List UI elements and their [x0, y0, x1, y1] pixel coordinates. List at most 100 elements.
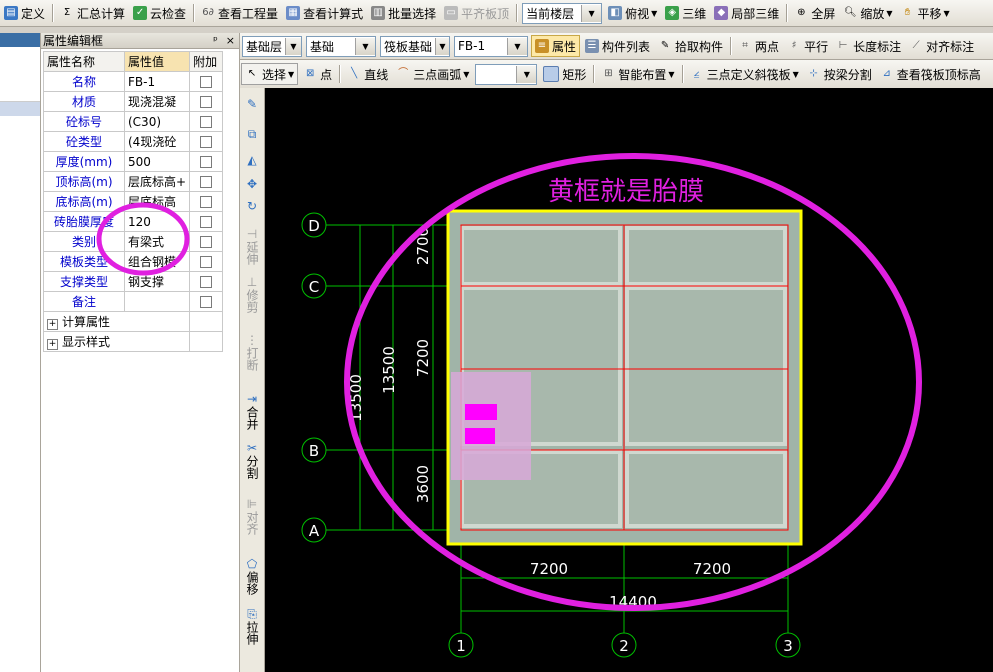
select-button[interactable]: ↖ 选择 ▼: [241, 63, 299, 85]
split-by-beam-button[interactable]: ⊹ 按梁分割: [804, 64, 875, 84]
separator: [339, 65, 341, 83]
arc-mode-select[interactable]: ▼: [475, 63, 538, 85]
rotate-tool[interactable]: ↻: [240, 200, 264, 213]
break-tool[interactable]: ⋮ 打断: [240, 334, 264, 374]
separator: [681, 65, 683, 83]
property-value[interactable]: (C30): [123, 111, 191, 132]
close-icon[interactable]: ×: [226, 34, 235, 47]
view-top-elev-button[interactable]: ⊿ 查看筏板顶标高: [877, 64, 984, 84]
trim-icon: ⊥: [246, 275, 258, 289]
view-quantity-button[interactable]: 6∂ 查看工程量: [198, 3, 281, 23]
local-3d-button[interactable]: ◆ 局部三维: [711, 3, 782, 23]
arc-button[interactable]: ⌒ 三点画弧 ▼: [393, 64, 472, 84]
point-button[interactable]: ⊠ 点: [300, 64, 335, 84]
property-row[interactable]: 顶标高(m) 层底标高+: [43, 171, 223, 192]
group-display-style[interactable]: + 显示样式: [42, 331, 223, 352]
property-button[interactable]: ≡ 属性: [531, 35, 581, 57]
slope-slab-button[interactable]: ⦤ 三点定义斜筏板 ▼: [687, 64, 802, 84]
pan-button[interactable]: ✋︎ 平移 ▼: [898, 3, 953, 23]
merge-icon: ⇥: [246, 392, 258, 406]
extra-checkbox[interactable]: [200, 276, 213, 288]
separator: [593, 65, 595, 83]
align-tool[interactable]: ⊫ 对齐: [240, 498, 264, 538]
extra-checkbox[interactable]: [200, 296, 213, 308]
define-button[interactable]: ▤ 定义: [1, 3, 48, 23]
length-mark-button[interactable]: ⊢ 长度标注: [833, 36, 904, 56]
property-row[interactable]: 砼标号 (C30): [43, 111, 223, 132]
rotate-icon: ↻: [246, 199, 258, 213]
move-tool[interactable]: ✥: [240, 178, 264, 191]
property-panel-title: 属性编辑框 ᵖ ×: [41, 33, 239, 49]
align-mark-button[interactable]: ⟋ 对齐标注: [906, 36, 977, 56]
property-value[interactable]: 500: [123, 151, 191, 172]
group-calc-props[interactable]: + 计算属性: [42, 311, 223, 332]
expand-icon[interactable]: +: [47, 319, 58, 330]
property-row[interactable]: 名称 FB-1: [43, 71, 223, 92]
mirror-tool[interactable]: ◭: [240, 154, 264, 167]
main-toolbar: ▤ 定义 Σ 汇总计算 ✓ 云检查 6∂ 查看工程量 ▦ 查看计算式 ▥ 批量选择 ▭ 平齐板…: [0, 0, 993, 27]
component-list-button[interactable]: ☰ 构件列表: [582, 36, 653, 56]
type-select[interactable]: 筏板基础 ▼: [380, 35, 450, 57]
pick-component-button[interactable]: ✎ 拾取构件: [655, 36, 726, 56]
property-value[interactable]: FB-1: [123, 71, 191, 92]
zoom-button[interactable]: 🔍︎ 缩放 ▼: [840, 3, 895, 23]
property-value[interactable]: (4现浇砼: [123, 131, 191, 152]
property-value[interactable]: [123, 291, 191, 312]
view-formula-button[interactable]: ▦ 查看计算式: [283, 3, 366, 23]
grip-marker[interactable]: [465, 428, 495, 444]
floor-select[interactable]: 当前楼层 ▼: [522, 2, 603, 24]
split-tool[interactable]: ✂ 分割: [240, 442, 264, 482]
fullscreen-button[interactable]: ⊕ 全屏: [791, 3, 838, 23]
extra-checkbox[interactable]: [200, 96, 213, 108]
extra-checkbox[interactable]: [200, 76, 213, 88]
item-select[interactable]: FB-1 ▼: [454, 35, 528, 57]
property-value[interactable]: 层底标高+: [123, 171, 191, 192]
property-row[interactable]: 备注: [43, 291, 223, 312]
pin-icon[interactable]: ᵖ: [213, 34, 218, 47]
grip-marker[interactable]: [465, 404, 497, 420]
stretch-tool[interactable]: ⎘ 拉伸: [240, 608, 264, 648]
smart-layout-button[interactable]: ⊞ 智能布置 ▼: [598, 64, 677, 84]
axis-label-a: A: [309, 522, 320, 540]
rect-button[interactable]: 矩形: [540, 64, 589, 84]
extra-checkbox[interactable]: [200, 216, 213, 228]
local-3d-icon: ◆: [714, 6, 729, 20]
dim-seg-mid: 7200: [414, 339, 432, 377]
three-d-button[interactable]: ◈ 三维: [662, 3, 709, 23]
extra-checkbox[interactable]: [200, 156, 213, 168]
sum-calc-button[interactable]: Σ 汇总计算: [57, 3, 128, 23]
navigator-row[interactable]: [0, 47, 40, 102]
trim-tool[interactable]: ⊥ 修剪: [240, 276, 264, 316]
offset-tool[interactable]: ⬠ 偏移: [240, 558, 264, 598]
line-button[interactable]: ╲ 直线: [344, 64, 391, 84]
merge-tool[interactable]: ⇥ 合并: [240, 393, 264, 433]
two-points-button[interactable]: ⌗ 两点: [735, 36, 782, 56]
brush-tool[interactable]: ✎: [240, 98, 264, 111]
parallel-button[interactable]: ♯ 平行: [784, 36, 831, 56]
cloud-check-button[interactable]: ✓ 云检查: [130, 3, 189, 23]
navigator-row-selected[interactable]: [0, 102, 40, 116]
extra-checkbox[interactable]: [200, 236, 213, 248]
top-view-button[interactable]: ◧ 俯视 ▼: [605, 3, 660, 23]
expand-icon[interactable]: +: [47, 339, 58, 350]
extra-checkbox[interactable]: [200, 176, 213, 188]
extra-checkbox[interactable]: [200, 256, 213, 268]
layer-select[interactable]: 基础层 ▼: [242, 35, 302, 57]
chevron-down-icon: ▼: [943, 8, 950, 18]
extra-checkbox[interactable]: [200, 136, 213, 148]
extra-checkbox[interactable]: [200, 196, 213, 208]
property-value[interactable]: 现浇混凝: [123, 91, 191, 112]
property-row[interactable]: 砼类型 (4现浇砼: [43, 131, 223, 152]
category-select[interactable]: 基础 ▼: [306, 35, 376, 57]
copy-tool[interactable]: ⧉: [240, 128, 264, 141]
property-name: 材质: [43, 91, 125, 112]
align-top-button[interactable]: ▭ 平齐板顶: [441, 3, 512, 23]
extra-checkbox[interactable]: [200, 116, 213, 128]
property-row[interactable]: 厚度(mm) 500: [43, 151, 223, 172]
three-d-icon: ◈: [665, 6, 680, 20]
property-row[interactable]: 材质 现浇混凝: [43, 91, 223, 112]
drawing-canvas[interactable]: D C B A 1 2 3 13500 13500 2700 7200 3600…: [265, 88, 993, 672]
extend-tool[interactable]: ⊣ 延伸: [240, 228, 264, 268]
align-mark-icon: ⟋: [912, 40, 920, 51]
batch-select-button[interactable]: ▥ 批量选择: [368, 3, 439, 23]
